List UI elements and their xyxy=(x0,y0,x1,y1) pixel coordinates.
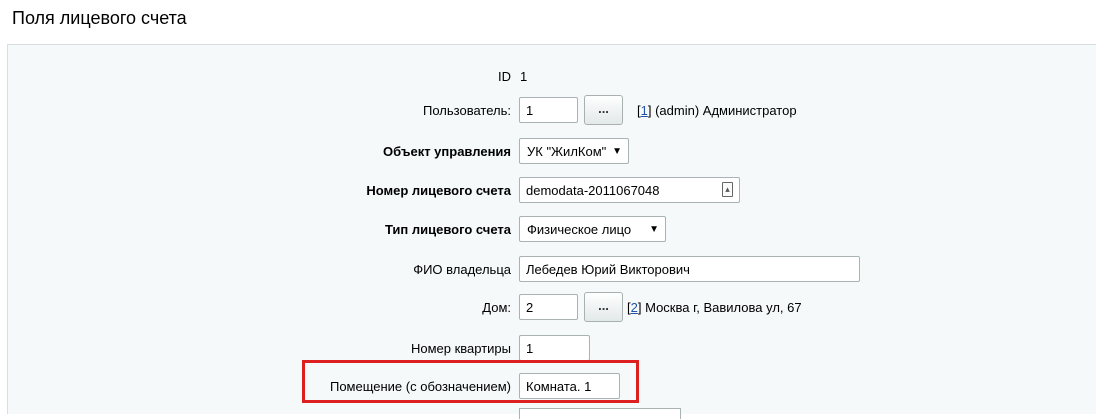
owner-input[interactable]: Лебедев Юрий Викторович xyxy=(519,256,860,282)
house-label: Дом: xyxy=(482,300,511,315)
user-info-text: (admin) Администратор xyxy=(655,103,797,118)
house-link[interactable]: 2 xyxy=(631,300,638,315)
dropdown-arrow-icon: ▼ xyxy=(649,224,659,235)
object-label: Объект управления xyxy=(383,144,511,159)
house-select-button[interactable]: ... xyxy=(584,292,623,322)
highlight-box xyxy=(302,360,639,403)
apartment-input[interactable]: 1 xyxy=(519,335,590,361)
house-info-text: Москва г, Вавилова ул, 67 xyxy=(645,300,802,315)
user-info: [1] (admin) Администратор xyxy=(637,103,797,118)
apartment-label: Номер квартиры xyxy=(410,341,511,356)
user-input[interactable]: 1 xyxy=(519,97,578,123)
account-type-label: Тип лицевого счета xyxy=(384,222,511,237)
account-type-select[interactable]: Физическое лицо ▼ xyxy=(519,216,666,242)
account-number-value: demodata-2011067048 xyxy=(526,183,660,198)
user-select-button[interactable]: ... xyxy=(584,95,623,125)
user-label: Пользователь: xyxy=(423,103,511,118)
account-number-label: Номер лицевого счета xyxy=(366,183,511,198)
id-value: 1 xyxy=(520,69,528,84)
dropdown-arrow-icon: ▼ xyxy=(612,146,622,157)
account-type-selected: Физическое лицо xyxy=(527,222,632,237)
user-link[interactable]: 1 xyxy=(641,103,648,118)
house-info: [2] Москва г, Вавилова ул, 67 xyxy=(627,300,802,315)
object-select[interactable]: УК "ЖилКом" ▼ xyxy=(519,138,629,164)
next-field-input[interactable] xyxy=(519,408,681,419)
owner-label: ФИО владельца xyxy=(413,262,511,277)
account-number-input[interactable]: demodata-2011067048 ▴ xyxy=(519,177,740,203)
object-selected: УК "ЖилКом" xyxy=(527,144,607,159)
page-title: Поля лицевого счета xyxy=(12,8,187,28)
house-input[interactable]: 2 xyxy=(519,294,578,320)
clipboard-icon[interactable]: ▴ xyxy=(722,182,733,197)
id-label: ID xyxy=(498,69,511,84)
